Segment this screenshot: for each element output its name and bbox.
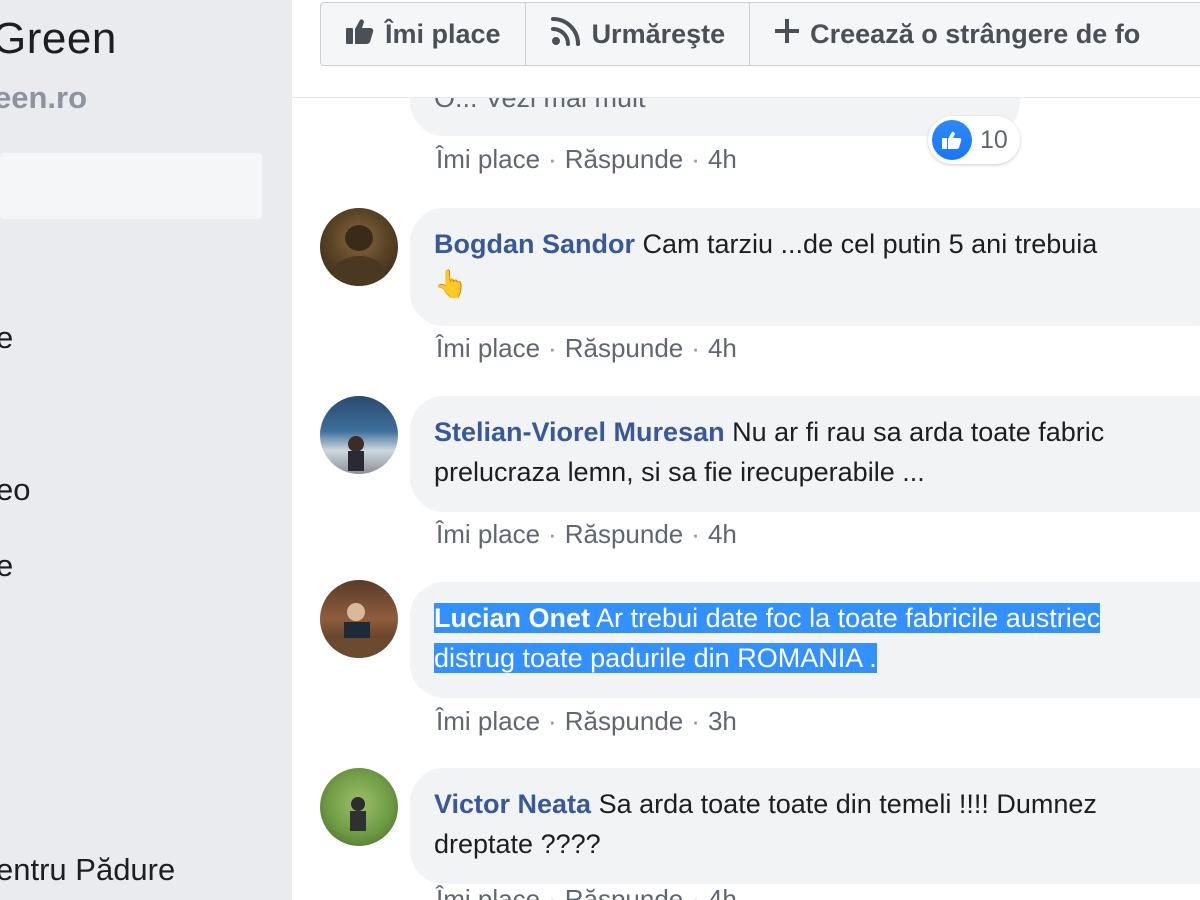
- like-reaction-icon: [932, 120, 972, 160]
- comment-text-continued: dreptate ????: [434, 829, 601, 859]
- comment-reply-link[interactable]: Răspunde: [565, 706, 684, 736]
- reaction-count-chip[interactable]: 10: [928, 116, 1020, 164]
- page-action-bar: Îmi place Urmăreşte Creează o strângere …: [292, 0, 1200, 98]
- comment-like-link[interactable]: Îmi place: [436, 884, 540, 900]
- comment-meta: Îmi place · Răspunde · 4h: [436, 884, 737, 900]
- sidebar-item-3[interactable]: e: [0, 548, 13, 584]
- comment-text: Sa arda toate toate din temeli !!!! Dumn…: [598, 789, 1097, 819]
- comment-reply-link[interactable]: Răspunde: [565, 333, 684, 363]
- follow-page-label: Urmăreşte: [591, 18, 726, 49]
- sidebar-item-2[interactable]: eo: [0, 472, 30, 508]
- comment-author[interactable]: Stelian-Viorel Muresan: [434, 417, 725, 447]
- comment-text-continued: prelucraza lemn, si sa fie irecuperabile…: [434, 457, 925, 487]
- comment-time[interactable]: 4h: [708, 884, 737, 900]
- comment-like-link[interactable]: Îmi place: [436, 519, 540, 549]
- comment-author[interactable]: Victor Neata: [434, 789, 591, 819]
- comment-reply-link[interactable]: Răspunde: [565, 144, 684, 174]
- avatar[interactable]: [320, 768, 398, 846]
- create-fundraiser-button[interactable]: Creează o strângere de fo: [750, 3, 1164, 65]
- comments-feed: Îmi place Urmăreşte Creează o strângere …: [292, 0, 1200, 900]
- reaction-count: 10: [980, 125, 1008, 154]
- avatar[interactable]: [320, 208, 398, 286]
- comment-reply-link[interactable]: Răspunde: [565, 519, 684, 549]
- comment-author[interactable]: Bogdan Sandor: [434, 229, 635, 259]
- create-fundraiser-label: Creează o strângere de fo: [810, 18, 1141, 49]
- comment-meta: Îmi place · Răspunde · 4h: [436, 144, 737, 174]
- comment-bubble: Stelian-Viorel Muresan Nu ar fi rau sa a…: [410, 396, 1200, 512]
- like-page-button[interactable]: Îmi place: [321, 3, 526, 65]
- comment-reply-link[interactable]: Răspunde: [565, 884, 684, 900]
- comment-time[interactable]: 4h: [708, 333, 737, 363]
- like-page-label: Îmi place: [385, 18, 501, 49]
- comment-meta: Îmi place · Răspunde · 3h: [436, 706, 737, 736]
- sidebar-item-selected[interactable]: [0, 153, 262, 219]
- comment-bubble: Lucian Onet Ar trebui date foc la toate …: [410, 582, 1200, 698]
- avatar[interactable]: [320, 396, 398, 474]
- comment-text: Nu ar fi rau sa arda toate fabric: [732, 417, 1105, 447]
- comment-meta: Îmi place · Răspunde · 4h: [436, 519, 737, 549]
- page-action-group: Îmi place Urmăreşte Creează o strângere …: [320, 2, 1200, 66]
- comment-time[interactable]: 4h: [708, 144, 737, 174]
- page-title[interactable]: Green: [0, 14, 117, 64]
- comment-author[interactable]: Lucian Onet: [434, 603, 590, 633]
- comment-time[interactable]: 4h: [708, 519, 737, 549]
- comment-meta: Îmi place · Răspunde · 4h: [436, 333, 737, 363]
- comment-text-continued: distrug toate padurile din ROMANIA .: [434, 643, 877, 673]
- comment-bubble: Bogdan Sandor Cam tarziu ...de cel putin…: [410, 208, 1200, 326]
- comment-like-link[interactable]: Îmi place: [436, 706, 540, 736]
- comment-time[interactable]: 3h: [708, 706, 737, 736]
- comment-text: Cam tarziu ...de cel putin 5 ani trebuia: [642, 229, 1098, 259]
- comment-like-link[interactable]: Îmi place: [436, 144, 540, 174]
- page-username[interactable]: een.ro: [0, 80, 87, 116]
- follow-page-button[interactable]: Urmăreşte: [526, 3, 751, 65]
- comment-text: Ar trebui date foc la toate fabricile au…: [596, 603, 1101, 633]
- plus-icon: [774, 18, 800, 51]
- pointing-up-emoji: 👆: [434, 269, 468, 299]
- sidebar-item-1[interactable]: e: [0, 320, 13, 356]
- rss-icon: [550, 15, 582, 54]
- thumbs-up-icon: [345, 17, 375, 52]
- comment-like-link[interactable]: Îmi place: [436, 333, 540, 363]
- left-sidebar: Green een.ro e eo e entru Pădure: [0, 0, 292, 900]
- avatar[interactable]: [320, 580, 398, 658]
- sidebar-item-4[interactable]: entru Pădure: [0, 852, 175, 888]
- comment-bubble: Victor Neata Sa arda toate toate din tem…: [410, 768, 1200, 884]
